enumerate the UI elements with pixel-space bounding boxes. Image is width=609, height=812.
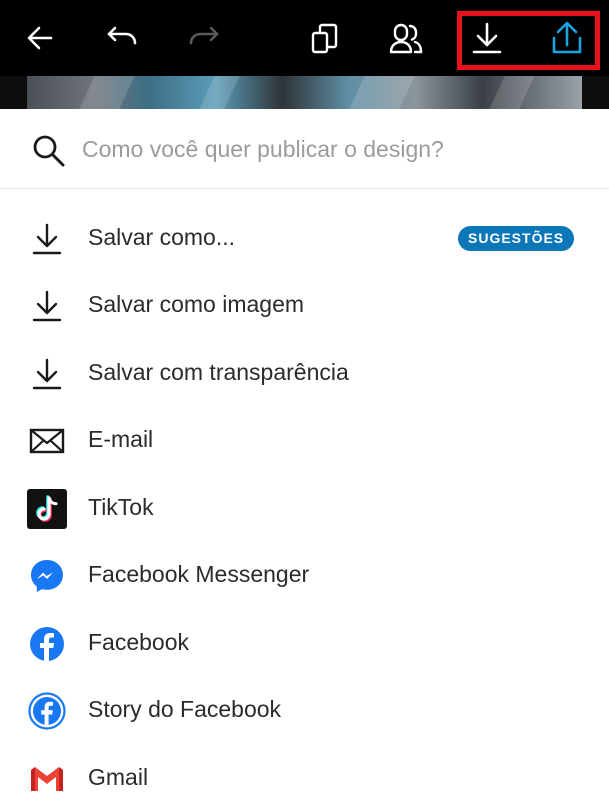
- pages-icon: [311, 23, 338, 54]
- back-button[interactable]: [14, 12, 66, 64]
- option-gmail[interactable]: Gmail: [0, 746, 609, 812]
- top-toolbar: [0, 0, 609, 76]
- redo-icon: [189, 26, 219, 45]
- share-people-icon: [389, 23, 423, 54]
- option-label: Facebook: [88, 629, 190, 655]
- undo-icon: [107, 26, 137, 45]
- option-facebook-messenger[interactable]: Facebook Messenger: [0, 543, 609, 609]
- option-label: E-mail: [88, 426, 154, 452]
- tiktok-icon: [27, 489, 67, 529]
- search-input[interactable]: [82, 129, 582, 169]
- option-story-do-facebook[interactable]: Story do Facebook: [0, 678, 609, 744]
- share-people-button[interactable]: [380, 12, 432, 64]
- undo-button[interactable]: [96, 12, 148, 64]
- option-salvar-como[interactable]: Salvar como... SUGESTÕES: [0, 206, 609, 272]
- option-label: TikTok: [88, 494, 154, 520]
- option-label: Gmail: [88, 764, 149, 790]
- option-salvar-como-imagem[interactable]: Salvar como imagem: [0, 273, 609, 339]
- search-icon: [33, 135, 65, 167]
- design-thumbnail: [27, 76, 582, 109]
- envelope-icon: [27, 421, 67, 461]
- option-tiktok[interactable]: TikTok: [0, 476, 609, 542]
- option-label: Salvar como...: [88, 224, 235, 250]
- search-bar: [0, 109, 609, 189]
- option-label: Story do Facebook: [88, 696, 282, 722]
- option-label: Facebook Messenger: [88, 561, 310, 587]
- gmail-icon: [27, 759, 67, 799]
- design-preview: [0, 76, 609, 109]
- option-facebook[interactable]: Facebook: [0, 611, 609, 677]
- option-email[interactable]: E-mail: [0, 408, 609, 474]
- option-salvar-com-transparencia[interactable]: Salvar com transparência: [0, 341, 609, 407]
- download-icon: [27, 354, 67, 394]
- highlight-box: [457, 11, 600, 70]
- option-label: Salvar como imagem: [88, 291, 305, 317]
- suggestions-badge: SUGESTÕES: [458, 226, 575, 251]
- pages-button[interactable]: [299, 12, 351, 64]
- download-icon: [27, 286, 67, 326]
- back-arrow-icon: [27, 26, 53, 50]
- messenger-icon: [27, 556, 67, 596]
- option-label: Salvar com transparência: [88, 359, 349, 385]
- publish-sheet: Salvar como... SUGESTÕES Salvar como ima…: [0, 109, 609, 812]
- facebook-story-icon: [27, 691, 67, 731]
- redo-button[interactable]: [178, 12, 230, 64]
- download-icon: [27, 219, 67, 259]
- facebook-icon: [27, 624, 67, 664]
